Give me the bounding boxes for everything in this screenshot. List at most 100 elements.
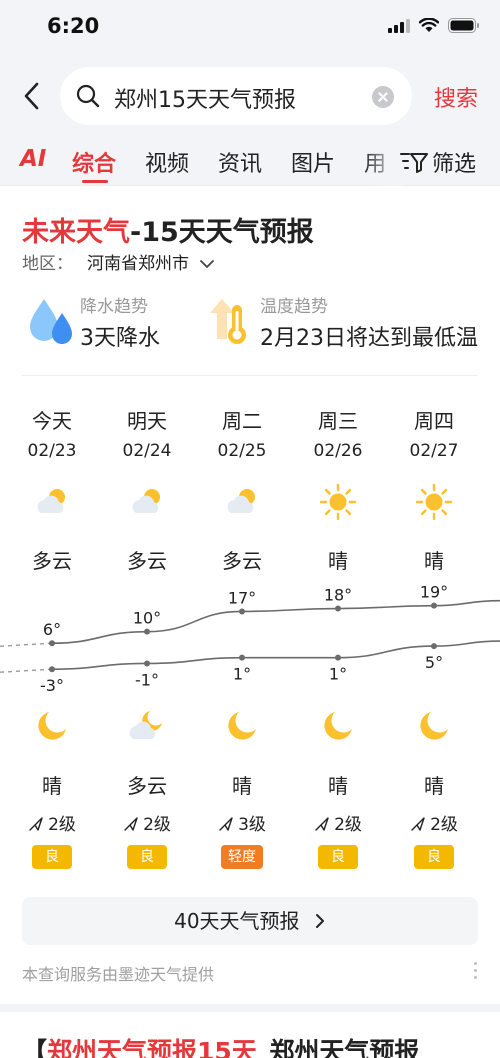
region-selector[interactable]: 地区： 河南省郑州市 <box>22 249 215 274</box>
low-temp-point <box>144 660 150 667</box>
title-highlight: 未来天气 <box>22 217 130 248</box>
night-condition: 多云 <box>127 774 167 798</box>
wind-level-text: 2级 <box>430 815 458 835</box>
wind-level: 2级 <box>386 810 482 835</box>
forecast-40-days-button[interactable]: 40天天气预报 <box>22 897 478 945</box>
low-temp-label: 1° <box>329 665 347 684</box>
low-temp-point <box>335 654 341 661</box>
low-temp-lead-in <box>0 668 53 673</box>
low-temp-label: 1° <box>233 665 251 684</box>
partly-cloudy-icon <box>33 483 71 525</box>
chevron-down-icon <box>200 260 215 268</box>
search-header: 郑州15天天气预报 搜索 <box>0 52 500 140</box>
region-value: 河南省郑州市 <box>87 254 189 274</box>
filter-label: 筛选 <box>432 152 477 177</box>
day-label: 周三 <box>318 409 358 433</box>
moon-cloud-icon <box>128 707 166 749</box>
temp-trend-value: 2月23日将达到最低温 <box>260 326 478 351</box>
wind-level: 3级 <box>194 810 290 835</box>
night-condition: 晴 <box>232 774 252 798</box>
high-temp-point <box>335 605 341 612</box>
aqi-badge: 良 <box>32 845 72 869</box>
weather-title[interactable]: 未来天气-15天天气预报 <box>22 210 314 249</box>
next-title-rest: _郑州天气预报 <box>256 1037 420 1058</box>
wind-level: 2级 <box>290 810 386 835</box>
search-icon <box>76 84 100 108</box>
chevron-right-icon <box>315 914 324 928</box>
thermometer-icon <box>210 299 246 344</box>
tab-images[interactable]: 图片 <box>291 146 335 178</box>
partly-cloudy-icon <box>128 483 166 525</box>
filter-button[interactable]: 筛选 <box>400 146 477 178</box>
next-result-title[interactable]: 【郑州天气预报15天_郑州天气预报 <box>22 1032 419 1058</box>
day-condition: 多云 <box>32 549 72 573</box>
temp-trend: 温度趋势 2月23日将达到最低温 <box>208 292 500 352</box>
aqi-badge: 良 <box>318 845 358 869</box>
low-temp-label: -1° <box>135 670 159 689</box>
active-tab-indicator <box>82 180 108 183</box>
day-label: 周二 <box>222 409 262 433</box>
night-condition: 晴 <box>328 774 348 798</box>
temperature-chart: 6° 10° 17° 18° 19° -3° -1° 1° 1° 5° <box>0 585 500 695</box>
filter-icon <box>400 153 428 173</box>
more-options-icon[interactable] <box>472 962 478 982</box>
sun-icon <box>319 483 357 525</box>
high-temp-point <box>431 602 437 609</box>
day-label: 今天 <box>32 409 72 433</box>
signal-icon <box>388 18 410 33</box>
high-temp-lead-in <box>0 642 53 647</box>
wind-level-text: 3级 <box>238 815 266 835</box>
aqi-badge: 良 <box>414 845 454 869</box>
high-temp-point <box>144 628 150 635</box>
precip-trend: 降水趋势 3天降水 <box>28 292 208 352</box>
day-label: 明天 <box>127 409 167 433</box>
precip-trend-label: 降水趋势 <box>80 297 148 317</box>
wind-level-text: 2级 <box>334 815 362 835</box>
low-temp-point <box>239 654 245 661</box>
day-date: 02/24 <box>122 441 172 461</box>
tab-news[interactable]: 资讯 <box>218 146 262 178</box>
partly-cloudy-icon <box>223 483 261 525</box>
next-title-highlight: 郑州天气预报15天 <box>47 1037 257 1058</box>
region-label: 地区： <box>22 254 73 274</box>
wind-direction-icon <box>314 815 334 835</box>
search-button[interactable]: 搜索 <box>434 81 478 113</box>
low-temp-point <box>431 643 437 650</box>
moon-icon <box>415 707 453 749</box>
sun-icon <box>415 483 453 525</box>
day-condition: 多云 <box>127 549 167 573</box>
night-condition: 晴 <box>424 774 444 798</box>
search-query[interactable]: 郑州15天天气预报 <box>114 82 296 114</box>
day-date: 02/23 <box>27 441 77 461</box>
clear-icon[interactable] <box>372 86 394 108</box>
title-rest: -15天天气预报 <box>130 217 314 248</box>
low-temp-label: 5° <box>425 653 443 672</box>
wifi-icon <box>419 18 439 32</box>
wind-direction-icon <box>28 815 48 835</box>
back-icon[interactable] <box>20 80 44 112</box>
day-condition: 晴 <box>424 549 444 573</box>
wind-level-text: 2级 <box>143 815 171 835</box>
battery-icon <box>448 18 479 33</box>
data-source-text: 本查询服务由墨迹天气提供 <box>22 965 215 984</box>
status-bar: 6:20 <box>0 0 500 52</box>
high-temp-point <box>49 640 55 647</box>
night-condition: 晴 <box>42 774 62 798</box>
high-temp-label: 10° <box>133 609 161 628</box>
day-date: 02/26 <box>313 441 363 461</box>
tab-ai[interactable]: AI <box>20 146 46 172</box>
forecast-button-label: 40天天气预报 <box>174 909 300 933</box>
status-icons <box>388 18 480 33</box>
high-temp-label: 18° <box>324 586 352 605</box>
wind-direction-icon <box>123 815 143 835</box>
day-condition: 多云 <box>222 549 262 573</box>
search-input[interactable]: 郑州15天天气预报 <box>60 67 412 125</box>
moon-icon <box>319 707 357 749</box>
temp-trend-label: 温度趋势 <box>260 297 328 317</box>
day-date: 02/25 <box>217 441 267 461</box>
tab-bar: AI 综合 视频 资讯 图片 用 筛选 <box>0 140 500 186</box>
aqi-badge: 轻度 <box>221 845 263 869</box>
tab-video[interactable]: 视频 <box>145 146 189 178</box>
wind-direction-icon <box>410 815 430 835</box>
tab-comprehensive[interactable]: 综合 <box>72 146 116 178</box>
